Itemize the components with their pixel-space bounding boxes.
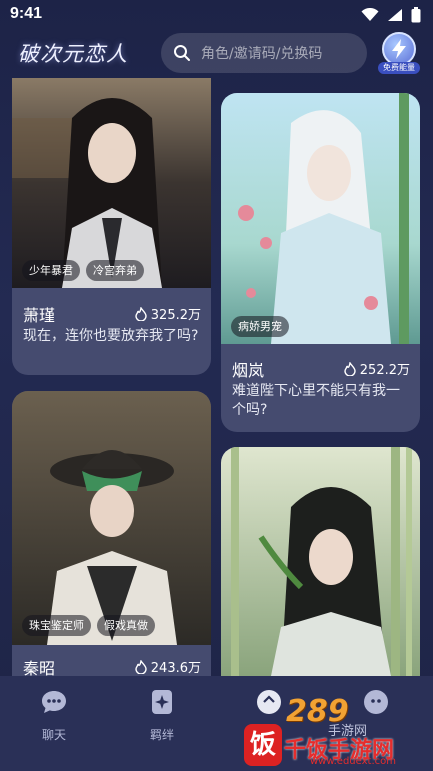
flame-icon (135, 659, 147, 674)
character-card[interactable]: 少年暴君 冷宫弃弟 萧瑾 325.2万 现在，连你也要放弃我了吗? (12, 78, 211, 375)
chat-bubble-icon (42, 691, 66, 713)
flame-icon (344, 361, 356, 376)
signal-icon (388, 9, 402, 21)
search-placeholder: 角色/邀请码/兑换码 (201, 46, 323, 62)
character-quote: 现在，连你也要放弃我了吗? (23, 328, 199, 344)
character-portrait (12, 78, 211, 288)
flame-icon (135, 306, 147, 321)
nav-bond-label: 羁绊 (149, 728, 174, 742)
free-energy-button[interactable]: 免费能量 (378, 32, 420, 74)
character-name: 秦昭 (23, 659, 56, 676)
popularity-value: 325.2万 (150, 308, 201, 323)
character-portrait (221, 447, 420, 676)
app-logo: 破次元恋人 (18, 42, 128, 66)
status-icons (361, 7, 421, 23)
popularity: 252.2万 (344, 359, 410, 378)
tag: 病娇男宠 (231, 316, 289, 337)
status-bar: 9:41 (0, 0, 433, 30)
popularity-value: 252.2万 (359, 363, 410, 378)
tag: 珠宝鉴定师 (22, 615, 91, 636)
character-portrait (221, 93, 420, 344)
battery-icon (411, 7, 421, 23)
card-tags: 珠宝鉴定师 假戏真做 (22, 615, 155, 636)
status-time: 9:41 (10, 5, 43, 22)
lightning-icon (382, 32, 416, 66)
character-portrait (12, 391, 211, 645)
character-card[interactable]: 病娇男宠 烟岚 252.2万 难道陛下心里不能只有我一个吗? (221, 93, 420, 432)
tag: 少年暴君 (22, 260, 80, 281)
site-watermark: 饭 289 手游网 千饭手游网 www.eduext.com (244, 694, 433, 771)
character-name: 烟岚 (232, 361, 265, 380)
energy-label: 免费能量 (378, 62, 420, 74)
tag: 冷宫弃弟 (86, 260, 144, 281)
character-card[interactable] (221, 447, 420, 676)
nav-chat[interactable]: 聊天 (14, 688, 94, 743)
search-input[interactable]: 角色/邀请码/兑换码 (161, 33, 367, 73)
nav-chat-label: 聊天 (41, 728, 66, 742)
character-name: 萧瑾 (23, 306, 56, 325)
card-tags: 病娇男宠 (231, 316, 289, 337)
sparkle-card-icon (152, 690, 172, 714)
popularity-value: 243.6万 (150, 661, 201, 676)
watermark-url: www.eduext.com (310, 756, 396, 767)
popularity: 243.6万 (135, 657, 201, 676)
character-card[interactable]: 珠宝鉴定师 假戏真做 秦昭 243.6万 (12, 391, 211, 676)
watermark-badge: 饭 (244, 724, 282, 766)
search-icon (174, 45, 190, 61)
popularity: 325.2万 (135, 304, 201, 323)
wifi-icon (361, 8, 379, 21)
nav-bond[interactable]: 羁绊 (122, 688, 202, 743)
card-tags: 少年暴君 冷宫弃弟 (22, 260, 144, 281)
tag: 假戏真做 (97, 615, 155, 636)
character-quote: 难道陛下心里不能只有我一个吗? (232, 383, 400, 418)
header: 破次元恋人 角色/邀请码/兑换码 免费能量 (0, 30, 433, 76)
